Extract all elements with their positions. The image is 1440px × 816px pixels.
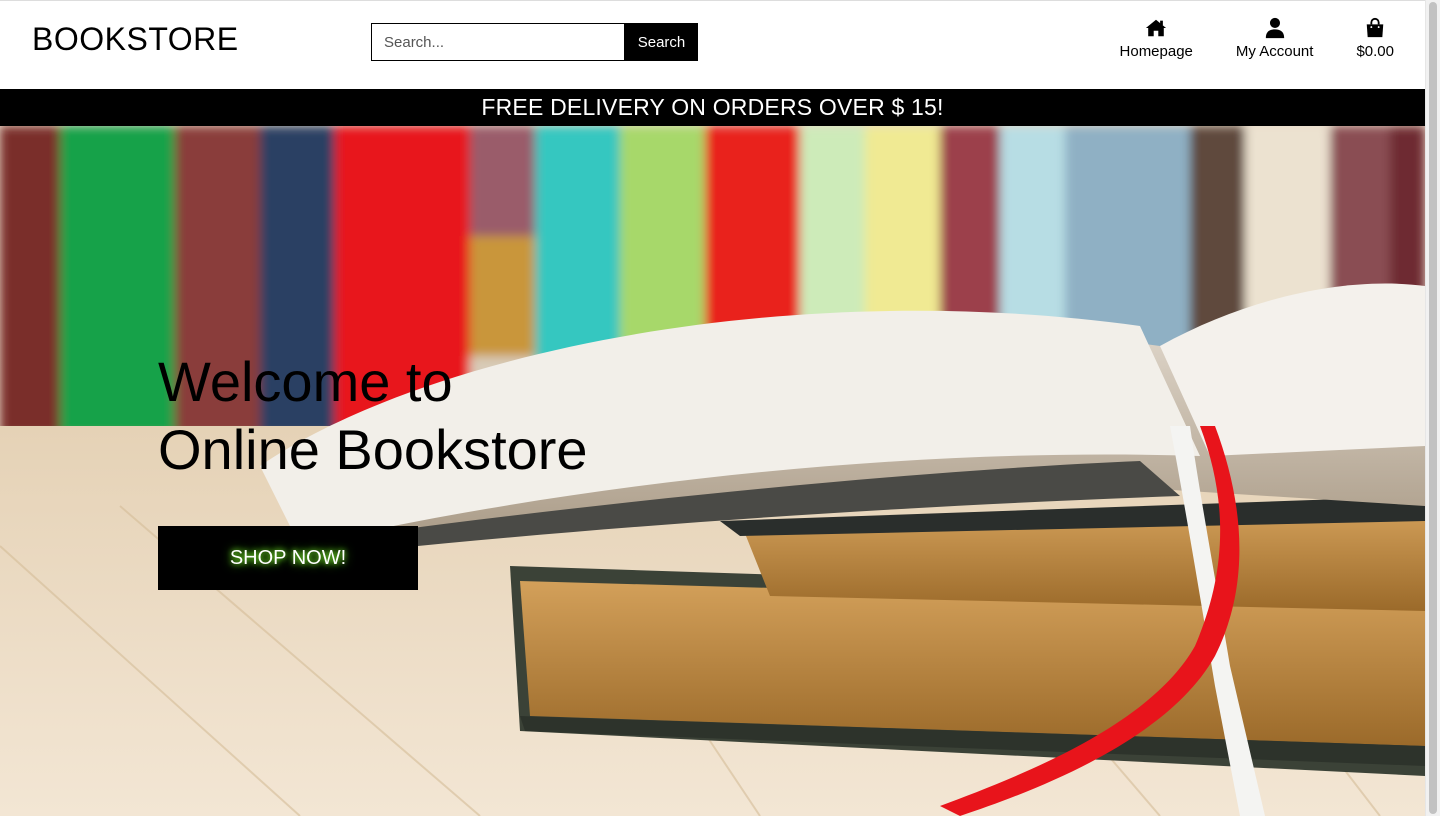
search-form: Search (371, 23, 698, 61)
nav-my-account-label: My Account (1235, 43, 1314, 60)
top-bar: BOOKSTORE Search Homepage My Account $0.… (0, 0, 1425, 89)
page: BOOKSTORE Search Homepage My Account $0.… (0, 0, 1425, 816)
nav-homepage[interactable]: Homepage (1120, 17, 1193, 60)
hero-title: Welcome to Online Bookstore (158, 348, 588, 484)
search-button[interactable]: Search (625, 23, 698, 61)
hero-title-line-2: Online Bookstore (158, 418, 588, 481)
site-logo[interactable]: BOOKSTORE (32, 21, 239, 58)
cart-total: $0.00 (1356, 43, 1394, 60)
main-nav: Homepage My Account $0.00 (1120, 17, 1394, 60)
scrollbar-thumb[interactable] (1429, 2, 1437, 814)
shopping-bag-icon (1366, 17, 1384, 38)
user-icon (1265, 17, 1284, 39)
free-delivery-banner: FREE DELIVERY ON ORDERS OVER $ 15! (0, 89, 1425, 126)
shop-now-button[interactable]: SHOP NOW! (158, 526, 418, 590)
hero-title-line-1: Welcome to (158, 350, 453, 413)
nav-homepage-label: Homepage (1119, 43, 1193, 60)
nav-cart[interactable]: $0.00 (1356, 17, 1394, 60)
search-input[interactable] (371, 23, 625, 61)
vertical-scrollbar[interactable] (1425, 0, 1440, 816)
hero-section: Welcome to Online Bookstore SHOP NOW! (0, 126, 1425, 816)
nav-my-account[interactable]: My Account (1235, 17, 1314, 60)
home-icon (1146, 19, 1167, 37)
